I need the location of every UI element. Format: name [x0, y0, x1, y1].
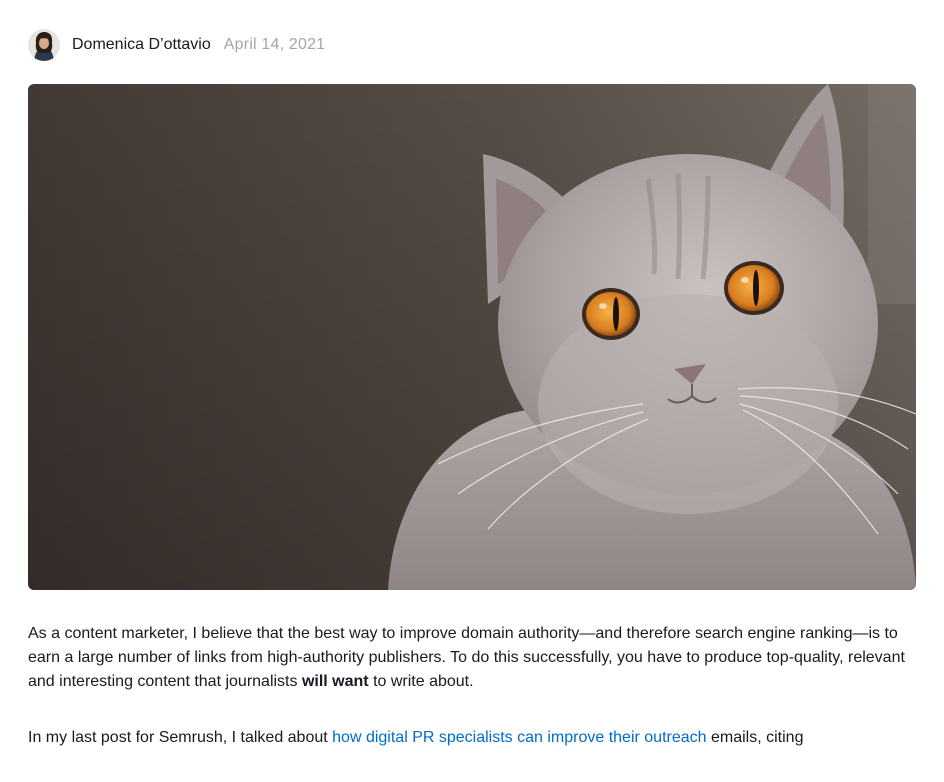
- article-paragraph: As a content marketer, I believe that th…: [28, 622, 916, 694]
- post-date: April 14, 2021: [223, 36, 326, 53]
- paragraph-text: emails, citing: [706, 729, 804, 746]
- article-paragraph: In my last post for Semrush, I talked ab…: [28, 726, 916, 750]
- author-name-link[interactable]: Domenica D’ottavio: [72, 36, 211, 54]
- paragraph-bold-text: will want: [301, 673, 369, 690]
- outreach-article-link[interactable]: how digital PR specialists can improve t…: [332, 729, 706, 746]
- avatar-photo-icon: [28, 29, 60, 61]
- article-body: As a content marketer, I believe that th…: [28, 622, 916, 782]
- paragraph-text: In my last post for Semrush, I talked ab…: [28, 729, 333, 746]
- author-avatar[interactable]: [28, 29, 60, 61]
- hero-image: [28, 84, 916, 590]
- paragraph-text: to write about.: [368, 673, 474, 690]
- cat-photo: [28, 84, 916, 590]
- author-byline: Domenica D’ottavio April 14, 2021: [28, 28, 325, 62]
